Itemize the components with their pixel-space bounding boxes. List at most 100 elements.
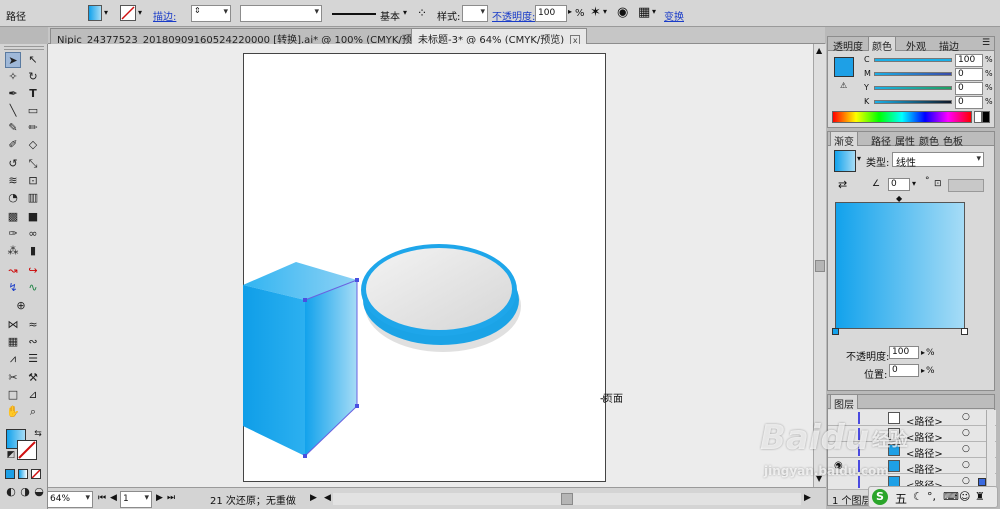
tab-appearance[interactable]: 外观: [903, 37, 929, 53]
tab-attributes[interactable]: 属性: [892, 132, 918, 148]
color-fill-swatch[interactable]: [834, 57, 854, 77]
tab-stroke[interactable]: 描边: [936, 37, 962, 53]
blob-brush-icon[interactable]: ✐: [5, 137, 21, 153]
zoom-tool-icon[interactable]: ⌕: [25, 404, 41, 420]
color-mode-icon[interactable]: [5, 469, 15, 479]
wave-icon[interactable]: ≈: [25, 317, 41, 333]
box-side-face[interactable]: [305, 280, 357, 456]
tab-swatches[interactable]: 色板: [940, 132, 966, 148]
crosshair-icon[interactable]: ⊕: [13, 298, 29, 314]
zoom-field[interactable]: 64%: [47, 491, 93, 508]
tab-pathfinder[interactable]: 路径: [868, 132, 894, 148]
channel-k-input[interactable]: 0: [955, 96, 983, 109]
channel-y-slider[interactable]: [874, 86, 952, 90]
page-field[interactable]: 1: [120, 491, 152, 508]
target-circle-icon[interactable]: ○: [962, 412, 970, 422]
angle-input[interactable]: 0: [888, 178, 910, 191]
fill-swatch[interactable]: [88, 5, 102, 21]
chevron-down-icon[interactable]: ▾: [912, 179, 916, 188]
blend-tool-icon[interactable]: ∞: [25, 226, 41, 242]
tab-layers[interactable]: 图层: [830, 395, 858, 411]
eraser-icon[interactable]: ◇: [25, 137, 41, 153]
box-front-face[interactable]: [243, 285, 305, 456]
stroke-weight-field[interactable]: ⇕: [191, 5, 231, 22]
stop-opacity-input[interactable]: 100: [889, 346, 919, 359]
gradient-slider-preview[interactable]: [835, 202, 965, 329]
opacity-input[interactable]: 100: [535, 5, 567, 22]
list-icon[interactable]: ☰: [25, 351, 41, 367]
measure-icon[interactable]: ⊿: [25, 387, 41, 403]
gradient-stop-start[interactable]: [832, 328, 839, 335]
eyedropper-icon[interactable]: ✑: [5, 226, 21, 242]
rectangle-tool-icon[interactable]: ▭: [25, 103, 41, 119]
ime-moon-icon[interactable]: ☾: [913, 490, 923, 503]
style-dropdown[interactable]: [462, 5, 488, 22]
channel-y-input[interactable]: 0: [955, 82, 983, 95]
tab-document-2[interactable]: 未标题-3* @ 64% (CMYK/预览) x: [411, 28, 588, 46]
white-swatch[interactable]: [974, 111, 982, 123]
type-tool-icon[interactable]: T: [25, 86, 41, 102]
layers-scrollbar[interactable]: [986, 410, 995, 490]
path-wave-icon[interactable]: ∿: [25, 280, 41, 296]
fill-dropdown-icon[interactable]: ▾: [104, 8, 108, 17]
gradient-preview-swatch[interactable]: [834, 150, 856, 172]
tab-document-1[interactable]: Nipic_24377523_20180909160524220000 [转换]…: [50, 28, 449, 46]
mesh-tool-icon[interactable]: ▩: [5, 209, 21, 225]
default-colors-icon[interactable]: ◩: [3, 447, 19, 463]
chevron-right-icon[interactable]: ▸: [921, 366, 925, 375]
direct-selection-tool-icon[interactable]: ↖: [25, 52, 41, 68]
stroke-swatch[interactable]: [120, 5, 136, 21]
pencil-icon[interactable]: ✏: [25, 120, 41, 136]
channel-m-slider[interactable]: [874, 72, 952, 76]
scale-tool-icon[interactable]: ⤡: [25, 156, 41, 172]
align-grid-icon[interactable]: ▦: [638, 5, 650, 20]
selection-tool-icon[interactable]: ➤: [5, 52, 21, 68]
chevron-down-icon[interactable]: ▾: [857, 154, 861, 163]
ime-mode-label[interactable]: 五: [895, 490, 907, 507]
rotate-tool-icon[interactable]: ↺: [5, 156, 21, 172]
chevron-down-icon[interactable]: ▾: [652, 7, 656, 16]
lasso-icon[interactable]: ↻: [25, 69, 41, 85]
stroke-color-box[interactable]: [17, 440, 37, 460]
first-page-icon[interactable]: ⏮: [98, 493, 106, 503]
gradient-tool-icon[interactable]: ■: [25, 209, 41, 225]
scroll-up-icon[interactable]: ▲: [816, 46, 822, 55]
ime-punct-icon[interactable]: °,: [927, 490, 936, 503]
anchor-point[interactable]: [303, 298, 307, 302]
magic-wand-icon[interactable]: ✧: [5, 69, 21, 85]
free-transform-icon[interactable]: ⊡: [25, 173, 41, 189]
column-graph-icon[interactable]: ▮: [25, 243, 41, 259]
bowtie-icon[interactable]: ⋈: [5, 317, 21, 333]
chevron-down-icon[interactable]: ▾: [403, 8, 407, 17]
tab-color[interactable]: 颜色: [868, 37, 896, 53]
black-swatch[interactable]: [982, 111, 990, 123]
pen-tool-icon[interactable]: ✒: [5, 86, 21, 102]
tab-color-2[interactable]: 颜色: [916, 132, 942, 148]
add-anchor-point-icon[interactable]: ↝: [5, 263, 21, 279]
stroke-dropdown-icon[interactable]: ▾: [138, 8, 142, 17]
channel-c-slider[interactable]: [874, 58, 952, 62]
prev-page-icon[interactable]: ◀: [110, 493, 117, 503]
scrollbar-thumb[interactable]: [815, 260, 825, 272]
opacity-label[interactable]: 不透明度:: [492, 8, 535, 23]
brush-definition-field[interactable]: 基本 ▾: [330, 5, 412, 23]
ime-keyboard-icon[interactable]: ⌨: [943, 490, 959, 503]
variable-width-field[interactable]: [240, 5, 322, 22]
perspective-grid-icon[interactable]: ▥: [25, 190, 41, 206]
target-circle-icon[interactable]: ○: [962, 460, 970, 470]
channel-m-input[interactable]: 0: [955, 68, 983, 81]
link-icon[interactable]: ∾: [25, 334, 41, 350]
sparkle-icon[interactable]: ✶: [590, 5, 601, 20]
symbol-sprayer-icon[interactable]: ⁂: [5, 243, 21, 259]
selection-indicator[interactable]: [978, 478, 986, 486]
paintbrush-icon[interactable]: ✎: [5, 120, 21, 136]
line-tool-icon[interactable]: ╲: [5, 103, 21, 119]
stroke-label[interactable]: 描边:: [153, 8, 176, 23]
channel-c-input[interactable]: 100: [955, 54, 983, 67]
anchor-point[interactable]: [355, 404, 359, 408]
screen-mode-icon[interactable]: ◒: [31, 484, 47, 500]
gradient-mode-icon[interactable]: [18, 469, 28, 479]
tab-transparency[interactable]: 透明度: [830, 37, 866, 53]
scrollbar-thumb[interactable]: [561, 493, 573, 505]
recolor-icon[interactable]: ⁘: [417, 6, 427, 20]
